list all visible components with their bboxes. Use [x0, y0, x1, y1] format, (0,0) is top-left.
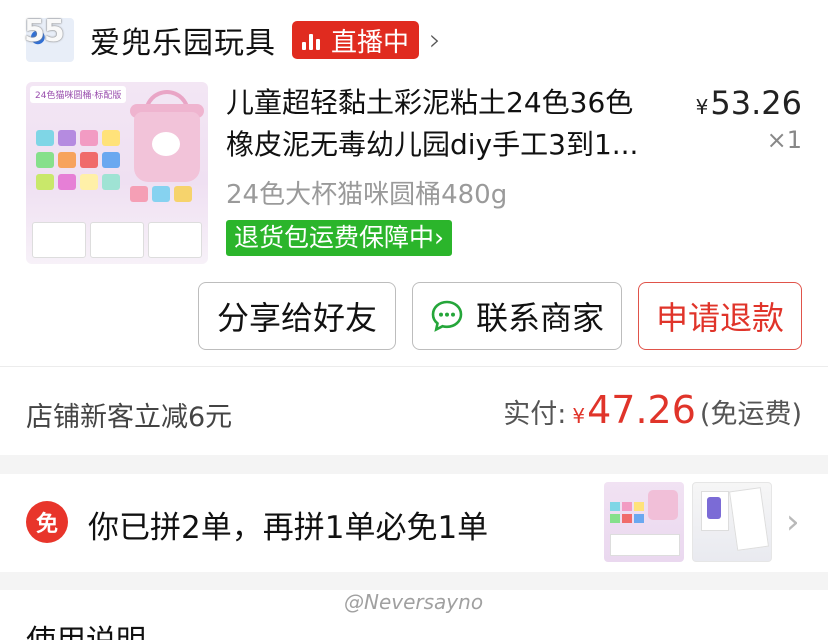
shipping-note: (免运费): [699, 399, 802, 430]
refund-button-label: 申请退款: [655, 299, 784, 337]
chat-bubble-icon: [431, 300, 463, 332]
live-badge[interactable]: 直播中: [292, 21, 420, 59]
paid-amount: 47.26: [587, 388, 696, 432]
store-name[interactable]: 爱兜乐园玩具: [90, 18, 276, 62]
refund-button[interactable]: 申请退款: [638, 282, 802, 350]
product-title-line-1: 儿童超轻黏土彩泥粘土24色36色: [226, 86, 634, 119]
product-spec: 24色大杯猫咪圆桶480g: [226, 180, 508, 210]
return-shipping-guarantee-badge[interactable]: 退货包运费保障中›: [226, 220, 453, 256]
order-thumbnail[interactable]: [604, 482, 684, 562]
product-quantity: ×1: [766, 126, 802, 154]
usage-instructions-title: 使用说明: [26, 616, 146, 640]
watermark-logo: 55: [24, 14, 65, 49]
order-card: ● 爱兜乐园玩具 直播中 › 24色猫咪圆桶·标配版 儿童超轻黏土彩泥粘土24色…: [0, 0, 828, 455]
product-title[interactable]: 儿童超轻黏土彩泥粘土24色36色 橡皮泥无毒幼儿园diy手工3到1...: [226, 82, 666, 166]
product-image[interactable]: 24色猫咪圆桶·标配版: [26, 82, 208, 264]
chevron-right-icon[interactable]: ›: [429, 23, 441, 58]
paid-label: 实付:: [503, 399, 567, 430]
share-button[interactable]: 分享给好友: [198, 282, 396, 350]
group-buy-progress-text: 你已拼2单，再拼1单必免1单: [88, 510, 489, 546]
group-buy-free-card[interactable]: 免 你已拼2单，再拼1单必免1单 ›: [0, 474, 828, 572]
share-button-label: 分享给好友: [216, 299, 377, 337]
live-badge-label: 直播中: [331, 27, 410, 58]
price-value: 53.26: [710, 84, 802, 122]
divider: [0, 366, 828, 367]
paid-currency: ¥: [572, 404, 586, 428]
contact-seller-label: 联系商家: [475, 299, 604, 337]
product-price: ¥53.26: [696, 84, 802, 122]
store-discount-label: 店铺新客立减6元: [26, 402, 233, 433]
watermark-username: @Neversayno: [344, 590, 484, 614]
product-image-tag: 24色猫咪圆桶·标配版: [30, 86, 127, 103]
free-badge-icon: 免: [26, 501, 68, 543]
guarantee-label: 退货包运费保障中: [234, 223, 435, 252]
store-header[interactable]: ● 爱兜乐园玩具 直播中 ›: [26, 18, 441, 62]
product-title-line-2: 橡皮泥无毒幼儿园diy手工3到1...: [226, 128, 639, 161]
order-thumbnail[interactable]: [692, 482, 772, 562]
cat-face-graphic: [152, 132, 180, 156]
chevron-right-icon[interactable]: ›: [786, 502, 800, 542]
chevron-right-icon: ›: [434, 223, 445, 252]
price-currency: ¥: [695, 95, 709, 119]
contact-seller-button[interactable]: 联系商家: [412, 282, 622, 350]
live-bars-icon: [302, 30, 323, 50]
paid-amount-row: 实付: ¥ 47.26 (免运费): [503, 388, 802, 432]
